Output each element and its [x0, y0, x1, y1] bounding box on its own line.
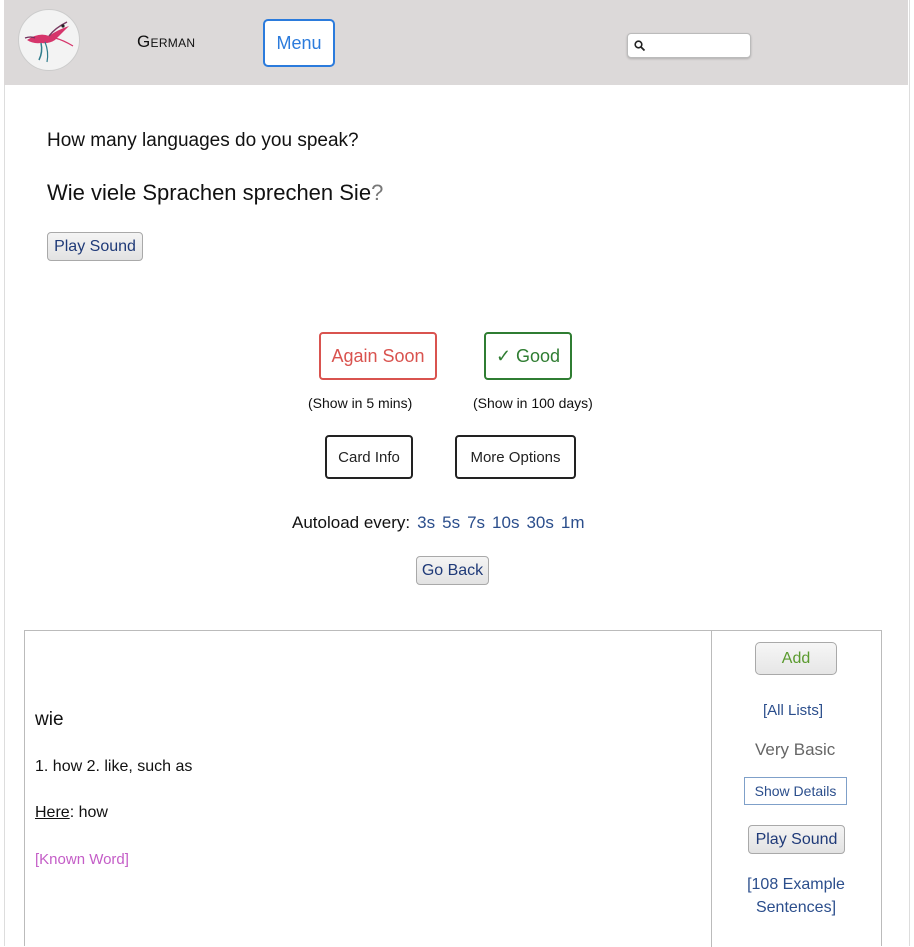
question-english: How many languages do you speak? — [47, 130, 359, 151]
play-sound-button[interactable]: Play Sound — [47, 232, 143, 261]
known-word-link[interactable]: [Known Word] — [35, 851, 129, 868]
card-info-button[interactable]: Card Info — [325, 435, 413, 479]
word-definitions: 1. how 2. like, such as — [35, 758, 193, 775]
question-german-text: Wie viele Sprachen sprechen Sie — [47, 180, 372, 205]
hummingbird-icon — [24, 21, 74, 63]
word-panel: wie 1. how 2. like, such as Here: how [K… — [24, 630, 882, 947]
word-play-sound-button[interactable]: Play Sound — [748, 825, 845, 854]
go-back-button[interactable]: Go Back — [416, 556, 489, 585]
search-icon — [634, 40, 646, 52]
top-bar: German Menu — [4, 0, 908, 85]
here-label: Here — [35, 804, 70, 821]
add-button[interactable]: Add — [755, 642, 837, 675]
show-details-button[interactable]: Show Details — [744, 777, 847, 805]
here-value: : how — [69, 804, 108, 821]
autoload-5s[interactable]: 5s — [442, 513, 460, 532]
autoload-label: Autoload every: — [292, 513, 411, 532]
search-input[interactable] — [648, 36, 750, 57]
good-hint: (Show in 100 days) — [473, 395, 593, 411]
autoload-7s[interactable]: 7s — [467, 513, 485, 532]
question-german: Wie viele Sprachen sprechen Sie? — [47, 180, 383, 206]
example-sentences-link[interactable]: [108 Example Sentences] — [725, 873, 867, 919]
panel-divider — [711, 631, 712, 947]
autoload-3s[interactable]: 3s — [417, 513, 435, 532]
autoload-row: Autoload every: 3s 5s 7s 10s 30s 1m — [292, 513, 585, 533]
all-lists-link[interactable]: [All Lists] — [763, 702, 823, 719]
again-soon-hint: (Show in 5 mins) — [308, 395, 413, 411]
language-title[interactable]: German — [137, 32, 195, 52]
again-soon-button[interactable]: Again Soon — [319, 332, 437, 380]
good-button[interactable]: ✓ Good — [484, 332, 572, 380]
more-options-button[interactable]: More Options — [455, 435, 576, 479]
question-mark[interactable]: ? — [371, 180, 383, 205]
here-meaning: Here: how — [35, 804, 108, 822]
autoload-30s[interactable]: 30s — [526, 513, 553, 532]
menu-button[interactable]: Menu — [263, 19, 335, 67]
search-box[interactable] — [627, 33, 751, 58]
word-title: wie — [35, 709, 64, 730]
word-level: Very Basic — [755, 740, 836, 759]
autoload-1m[interactable]: 1m — [561, 513, 585, 532]
hummingbird-logo[interactable] — [18, 9, 80, 71]
autoload-10s[interactable]: 10s — [492, 513, 519, 532]
